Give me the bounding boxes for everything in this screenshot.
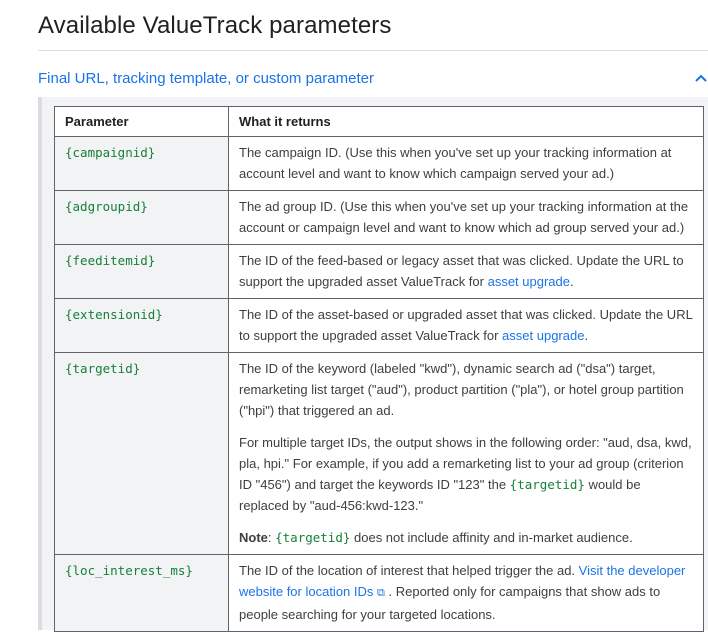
asset-upgrade-link[interactable]: asset upgrade xyxy=(488,274,570,289)
param-code: {adgroupid} xyxy=(65,199,148,214)
param-code: {feeditemid} xyxy=(65,253,156,268)
note-text: does not include affinity and in-market … xyxy=(350,530,633,545)
param-code: {extensionid} xyxy=(65,307,163,322)
parameters-table: Parameter What it returns {campaignid} T… xyxy=(54,106,704,632)
header-parameter: Parameter xyxy=(54,106,229,137)
external-link-icon[interactable]: ⧉ xyxy=(377,587,385,599)
description-text: The ID of the feed-based or legacy asset… xyxy=(239,253,684,289)
param-cell: {adgroupid} xyxy=(54,190,229,245)
asset-upgrade-link[interactable]: asset upgrade xyxy=(502,328,584,343)
note-paragraph: Note: {targetid} does not include affini… xyxy=(239,527,694,548)
section-header-link[interactable]: Final URL, tracking template, or custom … xyxy=(38,70,374,87)
param-code: {loc_interest_ms} xyxy=(65,563,193,578)
description-paragraph: For multiple target IDs, the output show… xyxy=(239,432,694,516)
description-cell: The ID of the asset-based or upgraded as… xyxy=(228,298,704,353)
param-cell: {extensionid} xyxy=(54,298,229,353)
table-row: {campaignid} The campaign ID. (Use this … xyxy=(54,136,704,191)
table-header-row: Parameter What it returns xyxy=(54,106,704,137)
param-cell: {campaignid} xyxy=(54,136,229,191)
header-what-it-returns: What it returns xyxy=(228,106,704,137)
table-row: {extensionid} The ID of the asset-based … xyxy=(54,298,704,353)
page-title: Available ValueTrack parameters xyxy=(38,12,392,39)
description-cell: The ID of the keyword (labeled "kwd"), d… xyxy=(228,352,704,555)
param-code: {campaignid} xyxy=(65,145,156,160)
param-cell: {feeditemid} xyxy=(54,244,229,299)
table-row: {targetid} The ID of the keyword (labele… xyxy=(54,352,704,555)
note-label: Note xyxy=(239,530,268,545)
panel-side-bar xyxy=(38,97,42,630)
description-cell: The ad group ID. (Use this when you've s… xyxy=(228,190,704,245)
param-code: {targetid} xyxy=(65,361,141,376)
table-row: {loc_interest_ms} The ID of the location… xyxy=(54,554,704,632)
table-row: {feeditemid} The ID of the feed-based or… xyxy=(54,244,704,299)
chevron-up-icon[interactable] xyxy=(694,71,708,85)
description-text: The ID of the asset-based or upgraded as… xyxy=(239,307,693,343)
param-cell: {loc_interest_ms} xyxy=(54,554,229,632)
description-end: . xyxy=(584,328,589,343)
description-cell: The ID of the feed-based or legacy asset… xyxy=(228,244,704,299)
inline-code: {targetid} xyxy=(509,477,585,492)
title-divider xyxy=(38,50,708,51)
description-paragraph: The ID of the keyword (labeled "kwd"), d… xyxy=(239,361,684,418)
description-cell: The campaign ID. (Use this when you've s… xyxy=(228,136,704,191)
table-row: {adgroupid} The ad group ID. (Use this w… xyxy=(54,190,704,245)
description-cell: The ID of the location of interest that … xyxy=(228,554,704,632)
inline-code: {targetid} xyxy=(275,530,351,545)
section-expander[interactable]: Final URL, tracking template, or custom … xyxy=(38,66,708,90)
description-text: The ID of the location of interest that … xyxy=(239,563,579,578)
description-end: . xyxy=(570,274,574,289)
param-cell: {targetid} xyxy=(54,352,229,555)
